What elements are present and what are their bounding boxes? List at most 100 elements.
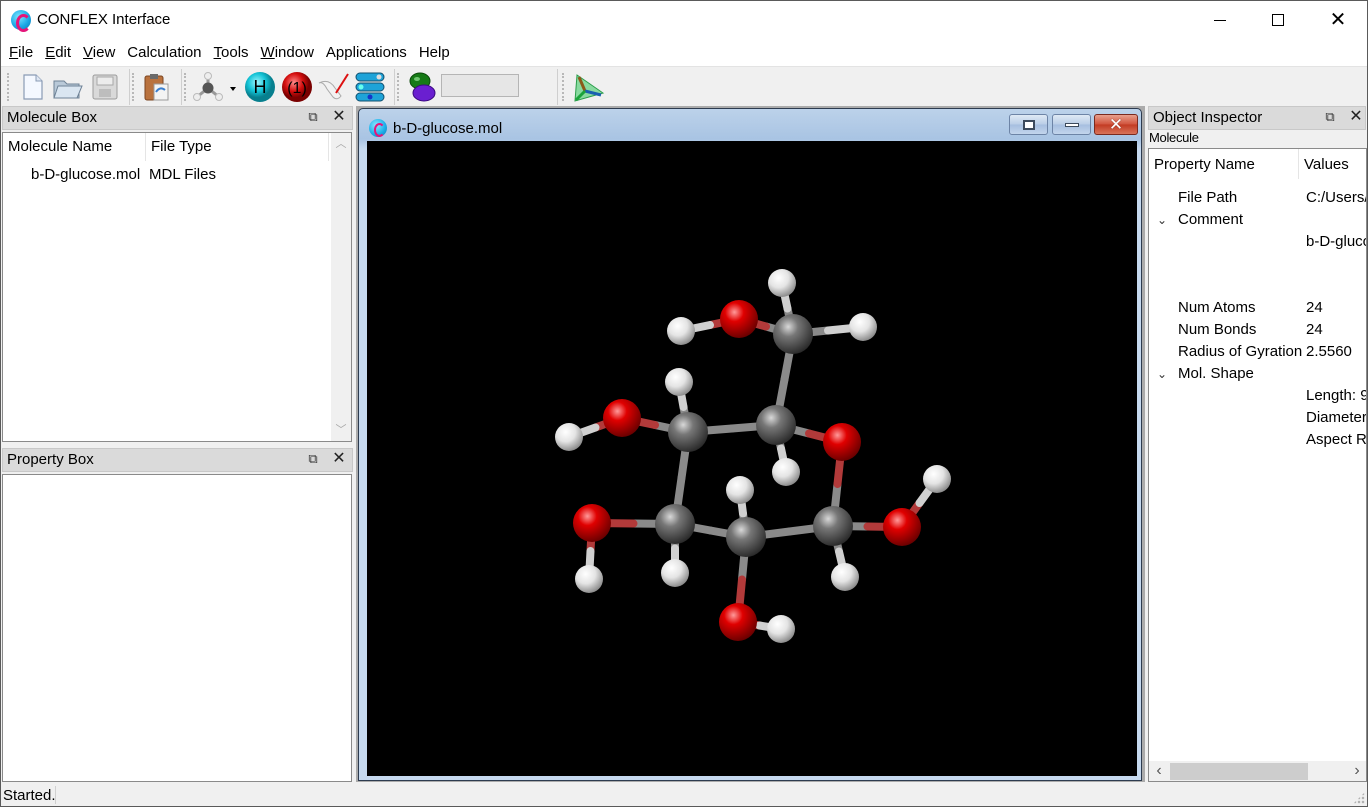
- property-value-cell[interactable]: C:/Users/c: [1306, 189, 1366, 206]
- oxygen-atom[interactable]: [883, 508, 921, 546]
- measure-button[interactable]: [316, 70, 350, 104]
- new-file-button[interactable]: [15, 70, 49, 104]
- scroll-left-icon[interactable]: ‹: [1149, 761, 1169, 781]
- menu-view[interactable]: View: [78, 39, 120, 66]
- property-name-cell[interactable]: Mol. Shape: [1178, 365, 1254, 382]
- expand-collapse-icon[interactable]: ⌄: [1157, 213, 1167, 227]
- carbon-atom[interactable]: [655, 504, 695, 544]
- property-name-cell[interactable]: Radius of Gyration: [1178, 343, 1302, 360]
- expand-collapse-icon[interactable]: ⌄: [1157, 367, 1167, 381]
- minimize-icon: [1064, 122, 1079, 127]
- menu-edit[interactable]: Edit: [40, 39, 76, 66]
- viewer-restore-button[interactable]: [1009, 114, 1048, 135]
- vertical-scrollbar[interactable]: ︿ ﹀: [331, 133, 351, 441]
- column-header-file-type[interactable]: File Type: [146, 133, 329, 161]
- hydrogen-atom[interactable]: [575, 565, 603, 593]
- column-header-property-name[interactable]: Property Name: [1149, 149, 1299, 179]
- carbon-atom[interactable]: [756, 405, 796, 445]
- property-name-cell[interactable]: Num Bonds: [1178, 321, 1256, 338]
- scroll-right-icon[interactable]: ›: [1347, 761, 1366, 781]
- property-name-cell[interactable]: File Path: [1178, 189, 1237, 206]
- property-box-header[interactable]: Property Box ⧉ ✕: [2, 448, 353, 472]
- layers-button[interactable]: [353, 70, 387, 104]
- toolbar-grip[interactable]: [184, 73, 187, 101]
- property-value-cell[interactable]: Diameter: [1306, 409, 1366, 426]
- scroll-down-icon[interactable]: ﹀: [331, 421, 351, 439]
- hydrogen-atom[interactable]: [665, 368, 693, 396]
- carbon-atom[interactable]: [726, 517, 766, 557]
- close-icon[interactable]: ✕: [332, 451, 346, 467]
- property-name-cell[interactable]: Num Atoms: [1178, 299, 1256, 316]
- new-file-icon: [23, 74, 43, 100]
- float-icon[interactable]: ⧉: [306, 452, 320, 466]
- hydrogen-atom[interactable]: [767, 615, 795, 643]
- open-file-button[interactable]: [51, 70, 85, 104]
- property-value-cell[interactable]: Aspect Ra: [1306, 431, 1366, 448]
- toolbar-grip[interactable]: [7, 73, 10, 101]
- file-type-cell[interactable]: MDL Files: [149, 166, 216, 183]
- maximize-button[interactable]: [1249, 1, 1307, 39]
- save-file-button[interactable]: [88, 70, 122, 104]
- paste-button[interactable]: [140, 70, 174, 104]
- oxygen-atom[interactable]: [823, 423, 861, 461]
- molecule-name-cell[interactable]: b-D-glucose.mol: [31, 166, 140, 183]
- carbon-atom[interactable]: [813, 506, 853, 546]
- property-value-cell[interactable]: 24: [1306, 321, 1323, 338]
- scroll-up-icon[interactable]: ︿: [331, 135, 351, 153]
- menu-help[interactable]: Help: [414, 39, 455, 66]
- oxygen-atom[interactable]: [720, 300, 758, 338]
- property-value-cell[interactable]: 24: [1306, 299, 1323, 316]
- viewer-close-button[interactable]: ✕: [1094, 114, 1138, 135]
- title-bar[interactable]: CONFLEX Interface ✕: [1, 1, 1367, 39]
- hydrogen-atom[interactable]: [849, 313, 877, 341]
- property-value-cell[interactable]: 2.5560: [1306, 343, 1352, 360]
- toolbar-grip[interactable]: [397, 73, 400, 101]
- hydrogen-atom[interactable]: [923, 465, 951, 493]
- float-icon[interactable]: ⧉: [306, 110, 320, 124]
- hydrogen-atom[interactable]: [831, 563, 859, 591]
- main-window: CONFLEX Interface ✕ File Edit View Calcu…: [0, 0, 1368, 807]
- hydrogen-atom[interactable]: [726, 476, 754, 504]
- hydrogen-atom[interactable]: [768, 269, 796, 297]
- object-inspector-header[interactable]: Object Inspector ⧉ ✕: [1148, 106, 1366, 130]
- carbon-atom[interactable]: [668, 412, 708, 452]
- float-icon[interactable]: ⧉: [1323, 110, 1337, 124]
- property-value-cell[interactable]: b-D-gluco: [1306, 233, 1366, 250]
- close-button[interactable]: ✕: [1309, 1, 1367, 39]
- resize-grip[interactable]: [1353, 792, 1365, 804]
- oxygen-atom[interactable]: [573, 504, 611, 542]
- close-icon[interactable]: ✕: [332, 109, 346, 125]
- menu-tools[interactable]: Tools: [209, 39, 254, 66]
- scrollbar-thumb[interactable]: [1170, 763, 1308, 780]
- toolbar-grip[interactable]: [132, 73, 135, 101]
- toolbar-input-field[interactable]: [441, 74, 519, 97]
- molecule-box-header[interactable]: Molecule Box ⧉ ✕: [2, 106, 353, 130]
- add-hydrogens-button[interactable]: H: [243, 70, 277, 104]
- menu-window[interactable]: Window: [256, 39, 319, 66]
- close-icon[interactable]: ✕: [1349, 109, 1363, 125]
- hydrogen-atom[interactable]: [661, 559, 689, 587]
- axes-button[interactable]: [571, 70, 605, 104]
- charge-button[interactable]: (1): [280, 70, 314, 104]
- oxygen-atom[interactable]: [719, 603, 757, 641]
- menu-applications[interactable]: Applications: [321, 39, 412, 66]
- molecule-render[interactable]: [367, 141, 1137, 776]
- hydrogen-atom[interactable]: [667, 317, 695, 345]
- menu-calculation[interactable]: Calculation: [122, 39, 206, 66]
- build-molecule-button[interactable]: [191, 70, 241, 104]
- toolbar-grip[interactable]: [562, 73, 565, 101]
- property-value-cell[interactable]: Length: 9.: [1306, 387, 1366, 404]
- column-header-molecule-name[interactable]: Molecule Name: [3, 133, 146, 161]
- menu-file[interactable]: File: [4, 39, 38, 66]
- hydrogen-atom[interactable]: [555, 423, 583, 451]
- horizontal-scrollbar[interactable]: ‹ ›: [1149, 761, 1366, 781]
- column-header-values[interactable]: Values: [1299, 149, 1366, 179]
- orbitals-button[interactable]: [405, 70, 439, 104]
- molecule-3d-viewport[interactable]: [367, 141, 1137, 776]
- hydrogen-atom[interactable]: [772, 458, 800, 486]
- minimize-button[interactable]: [1191, 1, 1249, 39]
- property-name-cell[interactable]: Comment: [1178, 211, 1243, 228]
- viewer-minimize-button[interactable]: [1052, 114, 1091, 135]
- carbon-atom[interactable]: [773, 314, 813, 354]
- oxygen-atom[interactable]: [603, 399, 641, 437]
